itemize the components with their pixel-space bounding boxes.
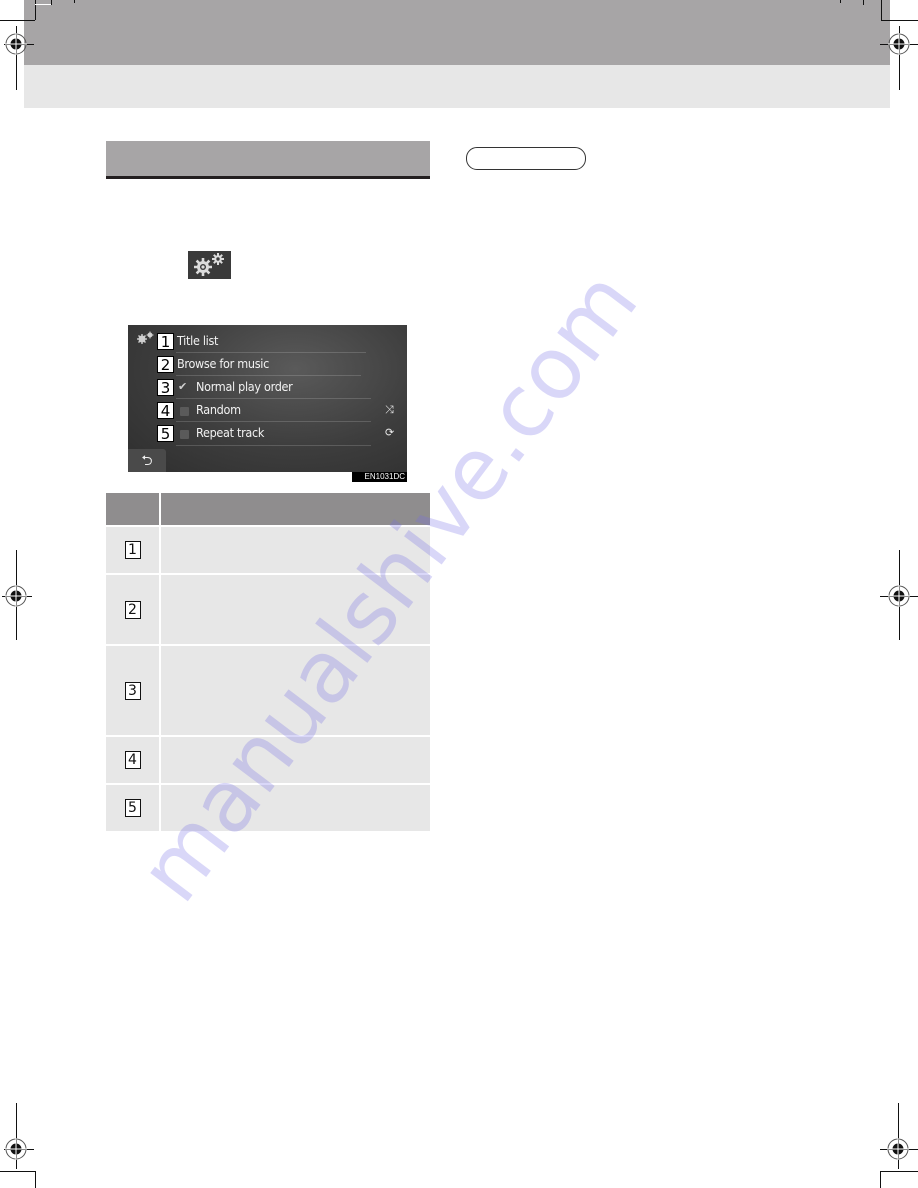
- row-description: [161, 575, 430, 644]
- callout-number: 2: [157, 356, 174, 374]
- crop-line: [881, 20, 918, 21]
- row-description: [161, 737, 430, 783]
- back-arrow-icon: ⮌: [141, 452, 153, 468]
- menu-item-title-list[interactable]: 1 Title list: [128, 330, 407, 353]
- row-number: 1: [124, 541, 141, 559]
- settings-gear-button[interactable]: [188, 251, 231, 279]
- row-description: [161, 785, 430, 831]
- section-heading-rule: [106, 176, 430, 179]
- row-number: 4: [124, 751, 141, 769]
- shuffle-icon: ⤨: [385, 404, 394, 416]
- menu-item-label: Repeat track: [196, 425, 265, 440]
- table-row: 2: [106, 575, 430, 646]
- back-button[interactable]: ⮌: [128, 449, 166, 472]
- header-description: [161, 493, 430, 525]
- crop-line: [0, 20, 35, 21]
- crop-line: [35, 0, 36, 20]
- info-pill-label: [466, 147, 586, 170]
- gear-icon: [194, 253, 224, 276]
- menu-item-normal-play-order[interactable]: 3 ✔ Normal play order: [128, 376, 407, 399]
- registration-mark-icon: [5, 1138, 27, 1160]
- section-heading: [106, 141, 430, 176]
- menu-separator: [176, 445, 371, 446]
- crop-line: [35, 1171, 36, 1188]
- repeat-icon: ⟳: [385, 427, 395, 439]
- crop-line: [35, 4, 51, 5]
- page-header-band: [24, 0, 890, 65]
- crop-line: [880, 1171, 918, 1172]
- audio-settings-screen: 1 Title list 2 Browse for music 3 ✔ Norm…: [128, 325, 407, 472]
- checkmark-icon: ✔: [178, 381, 188, 393]
- table-row: 4: [106, 737, 430, 785]
- row-number: 3: [124, 681, 141, 700]
- callout-number: 3: [157, 379, 174, 397]
- function-table: 1 2 3 4 5: [106, 493, 430, 831]
- figure-code: EN1031DC: [352, 472, 407, 482]
- registration-mark-icon: [887, 1138, 909, 1160]
- menu-item-label: Normal play order: [196, 379, 293, 394]
- callout-number: 4: [157, 402, 174, 420]
- menu-item-browse-for-music[interactable]: 2 Browse for music: [128, 353, 407, 376]
- row-number: 5: [124, 799, 141, 817]
- crop-line: [880, 1171, 881, 1188]
- row-description: [161, 646, 430, 735]
- callout-number: 5: [157, 425, 174, 443]
- page-subheader-band: [24, 65, 890, 108]
- registration-mark-icon: [888, 33, 910, 55]
- table-header-row: [106, 493, 430, 527]
- menu-item-repeat-track[interactable]: 5 Repeat track ⟳: [128, 422, 407, 445]
- callout-number: 1: [157, 333, 174, 351]
- table-row: 3: [106, 646, 430, 737]
- crop-line: [863, 0, 864, 5]
- crop-line: [0, 1171, 35, 1172]
- crop-line: [51, 0, 52, 5]
- menu-item-label: Random: [196, 402, 241, 417]
- row-description: [161, 527, 430, 573]
- table-row: 1: [106, 527, 430, 575]
- crop-line: [74, 0, 75, 3]
- crop-line: [881, 0, 882, 20]
- crop-line: [840, 0, 841, 3]
- registration-mark-icon: [5, 33, 27, 55]
- menu-item-random[interactable]: 4 Random ⤨: [128, 399, 407, 422]
- menu-item-label: Browse for music: [177, 356, 269, 371]
- menu-item-label: Title list: [177, 333, 219, 348]
- checkbox-unchecked[interactable]: [180, 407, 189, 416]
- checkbox-unchecked[interactable]: [180, 430, 189, 439]
- row-number: 2: [124, 600, 141, 619]
- header-no: [106, 493, 161, 525]
- registration-mark-icon: [5, 585, 27, 607]
- table-row: 5: [106, 785, 430, 831]
- registration-mark-icon: [888, 585, 910, 607]
